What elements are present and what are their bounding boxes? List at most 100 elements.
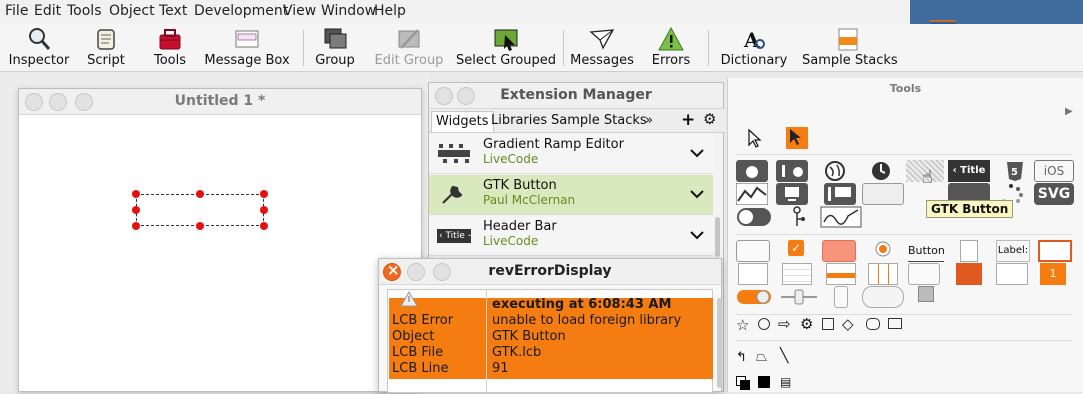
- speech-bubble-shape-icon[interactable]: [888, 318, 902, 329]
- curve-tool-icon[interactable]: ↰: [736, 350, 747, 365]
- extension-row[interactable]: Gradient Ramp Editor LiveCode: [429, 134, 713, 174]
- checkbox-icon[interactable]: ✓: [788, 240, 804, 256]
- scrollbar[interactable]: [715, 217, 720, 257]
- resize-handle[interactable]: [132, 222, 140, 230]
- chevron-down-icon[interactable]: [689, 145, 705, 161]
- switch-toggle-icon[interactable]: [736, 206, 772, 228]
- svg-widget-icon[interactable]: SVG: [1034, 183, 1074, 205]
- menu-file[interactable]: File: [5, 3, 28, 19]
- pattern-icon[interactable]: [758, 376, 770, 388]
- error-display-titlebar[interactable]: revErrorDisplay: [379, 259, 721, 285]
- messages-button[interactable]: Messages: [569, 26, 635, 70]
- stack-titlebar[interactable]: Untitled 1 *: [19, 89, 421, 115]
- navigation-bar-icon[interactable]: [862, 183, 904, 205]
- edit-tool-icon[interactable]: [786, 127, 808, 149]
- sample-stacks-button[interactable]: Sample Stacks: [802, 26, 898, 70]
- player-control-icon[interactable]: [862, 286, 904, 308]
- resize-handle[interactable]: [132, 206, 140, 214]
- scrolling-field-icon[interactable]: [738, 263, 768, 285]
- error-display-window[interactable]: revErrorDisplay executing at 6:08:43 AM …: [378, 258, 722, 394]
- menu-object[interactable]: Object: [109, 3, 155, 19]
- line-tool-icon[interactable]: ╲: [780, 348, 788, 364]
- resize-handle[interactable]: [260, 206, 268, 214]
- image-icon[interactable]: [960, 240, 978, 262]
- diamond-shape-icon[interactable]: ◇: [842, 315, 854, 333]
- graphic-icon[interactable]: [918, 286, 934, 302]
- data-grid-icon[interactable]: [868, 263, 898, 285]
- stepper-icon[interactable]: [834, 286, 848, 308]
- extension-row[interactable]: ‹ Title + Header Bar LiveCode: [429, 216, 713, 256]
- stack-window[interactable]: Untitled 1 *: [18, 88, 422, 392]
- oval-shape-icon[interactable]: [758, 318, 770, 330]
- text-field-icon[interactable]: [1038, 240, 1072, 262]
- arrow-shape-icon[interactable]: ⇨: [778, 315, 791, 333]
- menu-text[interactable]: Text: [159, 3, 187, 19]
- android-field-icon[interactable]: [776, 160, 808, 182]
- table-field-icon[interactable]: [782, 263, 812, 285]
- tree-view-icon[interactable]: [786, 206, 808, 228]
- toggle-switch-icon[interactable]: [736, 286, 772, 308]
- browser-globe-icon[interactable]: [824, 160, 846, 182]
- menu-view[interactable]: View: [283, 3, 316, 19]
- push-button-icon[interactable]: [736, 240, 770, 262]
- signature-widget-icon[interactable]: [820, 206, 862, 228]
- tab-sample-stacks[interactable]: Sample Stacks: [547, 111, 651, 132]
- gear-icon[interactable]: ⚙: [703, 110, 716, 128]
- chevron-down-icon[interactable]: [689, 227, 705, 243]
- polygon-tool-icon[interactable]: ⏢: [756, 349, 767, 365]
- slider-icon[interactable]: [778, 286, 820, 308]
- button-widget-icon[interactable]: Button: [908, 240, 945, 262]
- android-button-icon[interactable]: [736, 160, 768, 182]
- android-native-field-icon[interactable]: [776, 183, 808, 205]
- dictionary-button[interactable]: A Dictionary: [720, 26, 788, 70]
- tab-overflow[interactable]: »: [641, 111, 657, 132]
- menu-window[interactable]: Window: [321, 3, 376, 19]
- tools-button[interactable]: Tools: [150, 26, 190, 70]
- group-button[interactable]: Group: [313, 26, 357, 70]
- browse-tool-icon[interactable]: [744, 128, 764, 148]
- ios-widget-icon[interactable]: iOS: [1034, 160, 1074, 182]
- scrollbar[interactable]: [717, 298, 722, 388]
- rounded-rect-shape-icon[interactable]: [866, 318, 880, 330]
- rectangle-shape-icon[interactable]: [822, 318, 834, 330]
- html5-icon[interactable]: 5: [1004, 160, 1026, 182]
- menu-help[interactable]: Help: [374, 3, 406, 19]
- label-field-icon[interactable]: Label:: [996, 240, 1030, 262]
- tab-libraries[interactable]: Libraries: [487, 111, 551, 132]
- resize-handle[interactable]: [260, 190, 268, 198]
- script-button[interactable]: Script: [84, 26, 128, 70]
- resize-handle[interactable]: [260, 222, 268, 230]
- radio-button-icon[interactable]: [874, 240, 892, 258]
- layers-icon[interactable]: ▤: [780, 375, 791, 389]
- list-field-icon[interactable]: [826, 263, 856, 285]
- edit-group-button[interactable]: Edit Group: [373, 26, 445, 70]
- file-choice-icon[interactable]: [956, 263, 982, 285]
- clock-icon[interactable]: [870, 160, 892, 182]
- errors-button[interactable]: Errors: [649, 26, 693, 70]
- expand-arrow-icon[interactable]: ▶: [1065, 106, 1073, 117]
- extension-row-selected[interactable]: GTK Button Paul McClernan: [429, 175, 713, 215]
- resize-handle[interactable]: [132, 190, 140, 198]
- add-icon[interactable]: +: [681, 110, 695, 130]
- header-bar-widget-icon[interactable]: ‹ Title +: [948, 160, 990, 198]
- menu-development[interactable]: Development: [194, 3, 288, 19]
- line-graph-icon[interactable]: [736, 183, 768, 205]
- ios-native-field-icon[interactable]: [824, 183, 856, 205]
- resize-handle[interactable]: [196, 222, 204, 230]
- chevron-down-icon[interactable]: [689, 186, 705, 202]
- inspector-button[interactable]: Inspector: [7, 26, 71, 70]
- tab-widgets[interactable]: Widgets: [431, 111, 494, 132]
- option-menu-icon[interactable]: [908, 263, 940, 285]
- default-button-icon[interactable]: [822, 240, 856, 262]
- menu-edit[interactable]: Edit: [34, 3, 61, 19]
- tab-panel-icon[interactable]: [996, 263, 1028, 285]
- select-grouped-button[interactable]: Select Grouped: [455, 26, 557, 70]
- line-color-icon[interactable]: [740, 380, 750, 390]
- gear-shape-icon[interactable]: ⚙: [800, 315, 813, 333]
- star-shape-icon[interactable]: ☆: [736, 316, 749, 334]
- number-field-icon[interactable]: 1: [1040, 263, 1066, 285]
- menu-tools[interactable]: Tools: [67, 3, 102, 19]
- resize-handle[interactable]: [196, 190, 204, 198]
- tools-palette[interactable]: Tools ▶ ‹ Title + 5 iOS SVG ✓ Button Lab…: [727, 78, 1083, 392]
- message-box-button[interactable]: Message Box: [203, 26, 291, 70]
